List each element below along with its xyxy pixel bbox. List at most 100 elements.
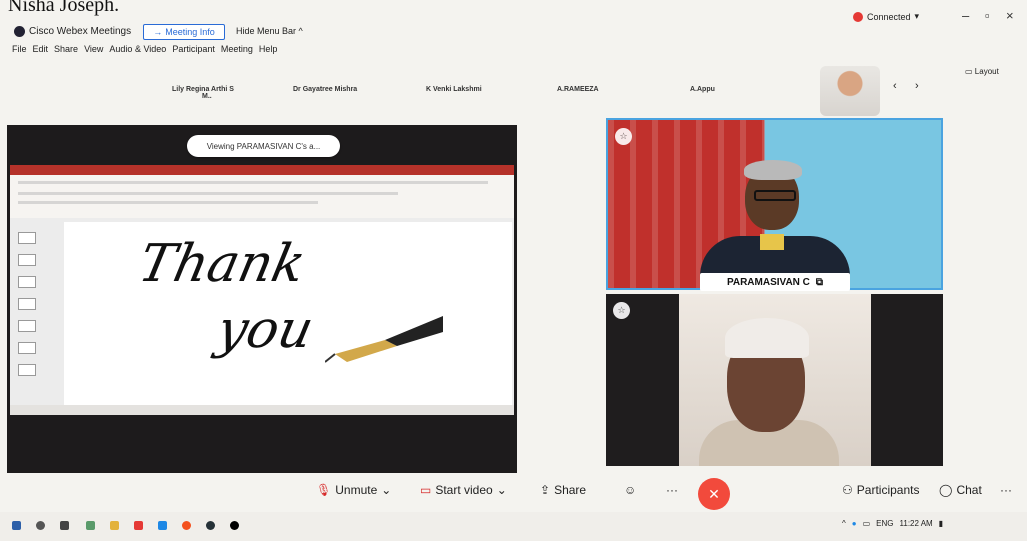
video-glasses <box>754 190 796 201</box>
participants-button[interactable]: ⚇ Participants <box>842 483 919 497</box>
leave-meeting-button[interactable]: ✕ <box>698 478 730 510</box>
menu-help[interactable]: Help <box>259 44 278 54</box>
video-hair <box>744 160 802 180</box>
slide-thumbnail <box>18 364 36 376</box>
slide-text-thank: Thank <box>133 234 311 294</box>
app-title-text: Cisco Webex Meetings <box>29 26 132 37</box>
fountain-pen-icon <box>325 316 443 363</box>
ribbon-tabs <box>18 181 488 184</box>
start-video-button[interactable]: ▭ Start video ⌄ <box>420 483 507 497</box>
participants-icon: ⚇ <box>842 483 853 497</box>
participant-name: Lily Regina Arthi S <box>172 86 234 93</box>
participant-strip-item[interactable]: K Venki Lakshmi <box>426 86 482 93</box>
layout-button[interactable]: ▭ Layout <box>965 67 999 76</box>
video-tile-active-speaker[interactable]: ☆ <box>606 118 943 290</box>
chrome-icon[interactable] <box>182 521 191 530</box>
start-video-label: Start video <box>435 483 493 497</box>
ribbon-tools-row2 <box>18 201 318 204</box>
video-off-icon: ▭ <box>420 483 432 497</box>
unmute-button[interactable]: 🎙 Unmute ⌄ <box>316 483 391 497</box>
more-icon[interactable]: ··· <box>1000 483 1012 497</box>
screen-share-icon: ⧉ <box>815 276 824 288</box>
participant-strip-item[interactable]: Dr Gayatree Mishra <box>293 86 357 93</box>
participant-video <box>679 294 871 466</box>
participant-strip-item[interactable]: Lily Regina Arthi S M.. <box>172 86 234 100</box>
pin-icon[interactable]: ☆ <box>615 128 632 145</box>
pin-icon[interactable]: ☆ <box>613 302 630 319</box>
participant-thumbnail[interactable] <box>820 66 880 116</box>
hide-menu-bar-button[interactable]: Hide Menu Bar ^ <box>236 26 303 36</box>
app-icon[interactable] <box>86 521 95 530</box>
mic-muted-icon: 🎙 <box>316 483 332 497</box>
video-tile[interactable]: ☆ <box>606 294 943 466</box>
browser-icon[interactable] <box>158 521 167 530</box>
participant-video <box>700 156 850 288</box>
unmute-label: Unmute <box>335 483 378 497</box>
keyboard-icon[interactable]: ▭ <box>863 519 871 528</box>
meeting-info-button[interactable]: → Meeting Info <box>143 24 225 40</box>
search-icon[interactable] <box>36 521 45 530</box>
maximize-icon[interactable]: ▫ <box>985 8 990 23</box>
video-headscarf <box>725 318 809 358</box>
participant-strip-item[interactable]: A.Appu <box>690 86 715 93</box>
menu-meeting[interactable]: Meeting <box>221 44 253 54</box>
connected-label: Connected <box>867 11 911 22</box>
shared-app-titlebar <box>10 165 514 175</box>
share-button[interactable]: ⇪ Share <box>540 483 586 497</box>
chevron-down-icon: ⌄ <box>496 483 507 497</box>
more-options-button[interactable]: ··· <box>666 483 678 497</box>
shared-app-statusbar <box>10 405 514 415</box>
start-icon[interactable] <box>12 521 21 530</box>
viewing-share-banner[interactable]: Viewing PARAMASIVAN C's a... <box>187 135 340 157</box>
slide-thumbnails <box>12 222 54 412</box>
chevron-down-icon: ▾ <box>914 11 920 21</box>
menu-share[interactable]: Share <box>54 44 78 54</box>
app-icon[interactable] <box>230 521 239 530</box>
participant-name-line2: M.. <box>202 93 212 100</box>
chevron-up-icon[interactable]: ^ <box>842 519 846 528</box>
close-icon: ✕ <box>708 485 720 502</box>
notification-icon[interactable]: ▮ <box>939 519 943 528</box>
menu-file[interactable]: File <box>12 44 27 54</box>
chat-icon: ◯ <box>939 483 953 497</box>
scroll-left-icon[interactable]: ‹ <box>893 80 897 92</box>
slide-thumbnail <box>18 320 36 332</box>
scroll-right-icon[interactable]: › <box>915 80 919 92</box>
participant-strip-item[interactable]: A.RAMEEZA <box>557 86 599 93</box>
system-tray: ^ ● ▭ ENG 11:22 AM ▮ <box>842 519 943 528</box>
slide-thumbnail <box>18 254 36 266</box>
layout-icon: ▭ <box>965 67 973 76</box>
menu-view[interactable]: View <box>84 44 103 54</box>
reactions-button[interactable]: ☺ <box>624 483 636 497</box>
file-explorer-icon[interactable] <box>110 521 119 530</box>
slide-thumbnail <box>18 298 36 310</box>
participant-caption: Nisha Joseph. <box>8 0 120 16</box>
clock[interactable]: 11:22 AM <box>900 519 933 528</box>
menu-participant[interactable]: Participant <box>172 44 215 54</box>
nameplate-label: PARAMASIVAN C <box>726 276 810 288</box>
close-icon[interactable]: × <box>1006 8 1014 23</box>
participants-label: Participants <box>856 483 920 497</box>
chevron-down-icon: ⌄ <box>381 483 392 497</box>
smiley-icon: ☺ <box>624 483 637 497</box>
video-collar <box>760 234 784 250</box>
app-icon[interactable] <box>134 521 143 530</box>
chat-label: Chat <box>956 483 982 497</box>
chat-button[interactable]: ◯ Chat <box>939 483 982 497</box>
task-view-icon[interactable] <box>60 521 69 530</box>
info-icon: → <box>153 27 163 37</box>
slide-text-you: you <box>211 300 319 360</box>
share-icon: ⇪ <box>540 483 551 497</box>
menu-edit[interactable]: Edit <box>33 44 49 54</box>
minimize-icon[interactable]: – <box>962 8 969 23</box>
webex-icon[interactable] <box>206 521 215 530</box>
slide-thumbnail <box>18 276 36 288</box>
connection-status[interactable]: Connected ▾ <box>853 11 919 22</box>
menu-bar: File Edit Share View Audio & Video Parti… <box>12 44 277 54</box>
menu-audio-video[interactable]: Audio & Video <box>109 44 166 54</box>
onedrive-icon[interactable]: ● <box>852 519 857 528</box>
language-indicator[interactable]: ENG <box>876 519 893 528</box>
share-label: Share <box>554 483 587 497</box>
slide-thumbnail <box>18 232 36 244</box>
app-title: Cisco Webex Meetings <box>14 26 131 37</box>
